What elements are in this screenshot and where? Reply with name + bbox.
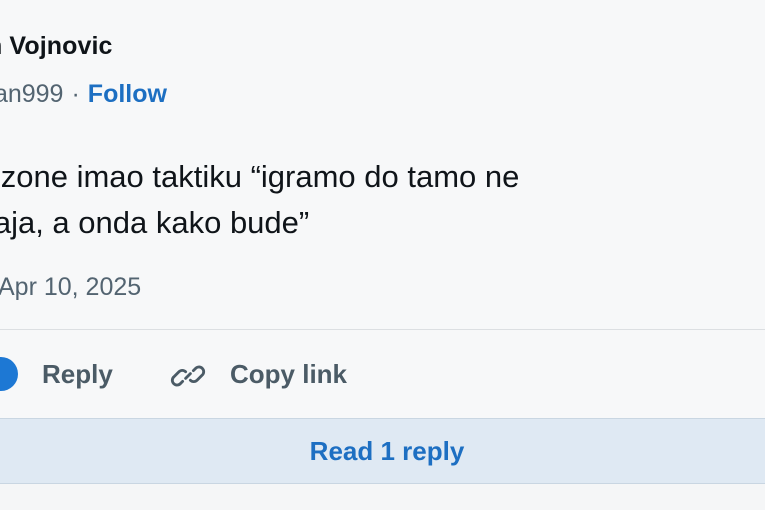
reply-bubble-icon[interactable] — [0, 357, 18, 391]
tweet-timestamp[interactable]: Apr 10, 2025 — [0, 273, 141, 302]
read-replies-button[interactable]: Read 1 reply — [0, 436, 765, 467]
read-replies-bar[interactable]: Read 1 reply — [0, 418, 765, 484]
handle-separator: · — [71, 80, 80, 108]
reply-button[interactable]: Reply — [42, 359, 113, 390]
tweet-card: n Vojnovic tan999 · Follow sezone imao t… — [0, 0, 765, 510]
follow-button[interactable]: Follow — [88, 80, 167, 109]
copy-link-button[interactable]: Copy link — [230, 359, 347, 390]
bottom-spacer — [0, 484, 765, 510]
tweet-actions: Reply Copy link — [0, 330, 765, 418]
author-handle-row: tan999 · Follow — [0, 80, 167, 109]
link-icon[interactable] — [169, 357, 207, 395]
tweet-text: sezone imao taktiku “igramo do tamo ne k… — [0, 159, 520, 240]
author-name[interactable]: n Vojnovic — [0, 32, 113, 61]
author-handle[interactable]: tan999 — [0, 80, 63, 109]
